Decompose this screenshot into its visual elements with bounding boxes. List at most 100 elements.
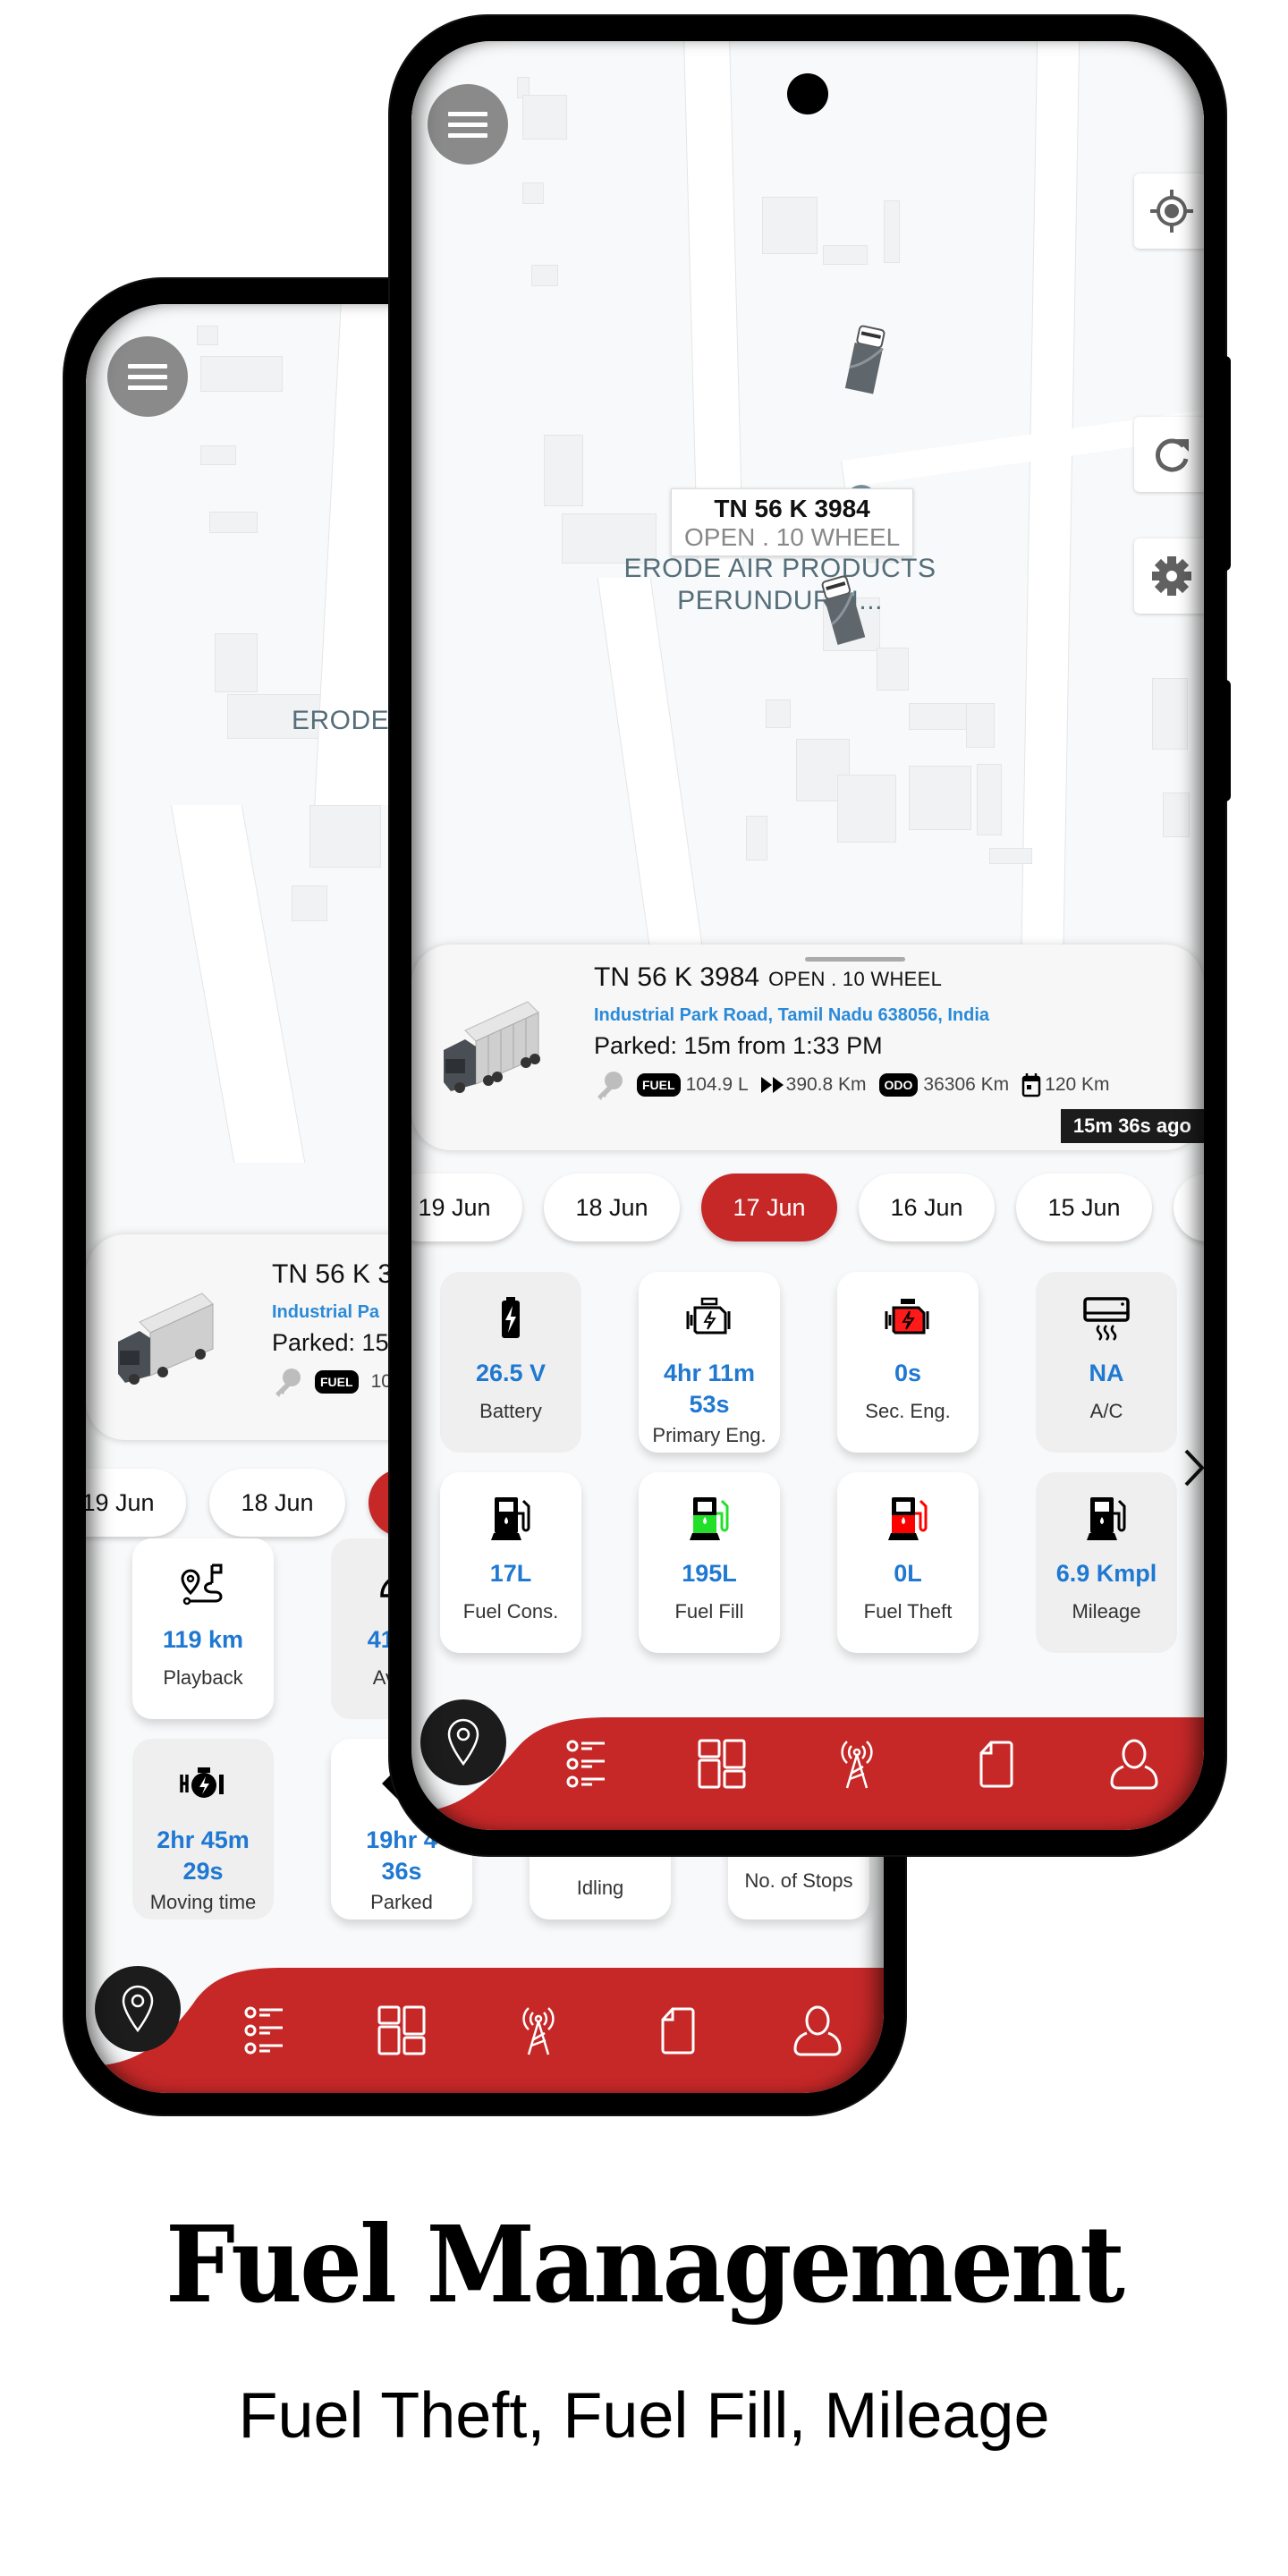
tile-value: 119 km bbox=[162, 1626, 244, 1653]
nav-list[interactable] bbox=[562, 1737, 612, 1791]
my-location-button[interactable] bbox=[1134, 174, 1204, 249]
document-icon bbox=[979, 1741, 1013, 1788]
odometer-value: 36306 Km bbox=[923, 1074, 1010, 1095]
today-distance-stat: 120 Km bbox=[1021, 1072, 1110, 1097]
calendar-icon bbox=[1021, 1073, 1041, 1097]
truck-image-icon bbox=[118, 1292, 214, 1385]
tile-primary-engine[interactable]: 4hr 11m 53s Primary Eng. bbox=[639, 1272, 780, 1453]
tile-secondary-engine[interactable]: 0s Sec. Eng. bbox=[837, 1272, 979, 1453]
tile-label: Primary Eng. bbox=[652, 1424, 767, 1447]
tile-label: A/C bbox=[1089, 1400, 1123, 1423]
tile-value: 2hr 45m 29s bbox=[157, 1826, 250, 1885]
front-menu-button[interactable] bbox=[428, 84, 508, 165]
tile-label: Fuel Theft bbox=[863, 1600, 953, 1623]
tile-label: Moving time bbox=[149, 1891, 257, 1914]
vehicle-info-window[interactable]: TN 56 K 3984 OPEN . 10 WHEEL bbox=[671, 488, 914, 556]
nav-document[interactable] bbox=[971, 1737, 1021, 1791]
profile-icon bbox=[1110, 1739, 1158, 1790]
tile-value: 0L bbox=[894, 1560, 922, 1587]
back-date-chip[interactable]: 18 Jun bbox=[209, 1469, 345, 1537]
info-window-subtitle: OPEN . 10 WHEEL bbox=[684, 523, 901, 551]
tile-fuel-consumption[interactable]: 17L Fuel Cons. bbox=[440, 1472, 581, 1653]
nav-profile[interactable] bbox=[792, 2004, 843, 2057]
refresh-button[interactable] bbox=[1134, 417, 1204, 492]
battery-icon bbox=[502, 1297, 520, 1338]
tile-fuel-fill[interactable]: 195L Fuel Fill bbox=[639, 1472, 780, 1653]
nav-list[interactable] bbox=[240, 2004, 290, 2057]
back-menu-button[interactable] bbox=[107, 336, 188, 417]
nav-profile[interactable] bbox=[1109, 1737, 1159, 1791]
fast-forward-icon bbox=[760, 1077, 784, 1093]
nav-tower[interactable] bbox=[513, 2004, 564, 2057]
tile-value: 17L bbox=[489, 1560, 532, 1587]
dashboard-icon bbox=[698, 1739, 746, 1789]
signal-tower-icon bbox=[841, 1741, 873, 1789]
front-vehicle-plate: TN 56 K 3984 OPEN . 10 WHEEL bbox=[594, 962, 943, 992]
date-chip-active[interactable]: 17 Jun bbox=[701, 1174, 837, 1241]
date-chip[interactable]: 1 bbox=[1174, 1174, 1204, 1241]
tile-label: Fuel Cons. bbox=[462, 1600, 559, 1623]
date-chip[interactable]: 16 Jun bbox=[859, 1174, 995, 1241]
back-location-fab[interactable] bbox=[95, 1966, 181, 2052]
nav-dashboard[interactable] bbox=[698, 1737, 748, 1791]
crosshair-icon bbox=[1150, 190, 1193, 233]
tile-air-conditioner[interactable]: NA A/C bbox=[1036, 1272, 1177, 1453]
list-icon bbox=[566, 1740, 605, 1788]
settings-button[interactable] bbox=[1134, 538, 1204, 614]
back-vehicle-status: Parked: 15 bbox=[272, 1329, 389, 1356]
vehicle-marker-icon[interactable] bbox=[843, 323, 888, 396]
back-date-chip[interactable]: 19 Jun bbox=[86, 1469, 186, 1537]
tile-value: 195L bbox=[682, 1560, 737, 1587]
vehicle-type: OPEN . 10 WHEEL bbox=[768, 968, 943, 990]
front-location-fab[interactable] bbox=[420, 1699, 506, 1785]
date-chip[interactable]: 15 Jun bbox=[1016, 1174, 1152, 1241]
gear-icon bbox=[1152, 556, 1191, 596]
fuel-pump-icon bbox=[1087, 1497, 1126, 1540]
chevron-right-icon[interactable] bbox=[1184, 1449, 1204, 1487]
back-bottom-nav bbox=[86, 1959, 884, 2093]
tile-label: Playback bbox=[163, 1666, 243, 1690]
tile-mileage[interactable]: 6.9 Kmpl Mileage bbox=[1036, 1472, 1177, 1653]
tile-playback[interactable]: 119 km Playback bbox=[132, 1538, 274, 1719]
front-vehicle-card[interactable]: TN 56 K 3984 OPEN . 10 WHEEL Industrial P… bbox=[411, 945, 1204, 1150]
back-vehicle-plate: TN 56 K 3 bbox=[272, 1259, 394, 1289]
back-map-place-label: ERODE , bbox=[292, 706, 405, 735]
fuel-badge: FUEL bbox=[637, 1073, 681, 1097]
camera-punch-hole bbox=[787, 73, 828, 114]
front-bottom-nav bbox=[411, 1699, 1204, 1830]
front-date-selector: 19 Jun 18 Jun 17 Jun 16 Jun 15 Jun 1 bbox=[411, 1174, 1204, 1241]
tile-moving-time[interactable]: 2hr 45m 29s Moving time bbox=[132, 1739, 274, 1919]
last-update-badge: 15m 36s ago bbox=[1060, 1109, 1204, 1143]
tile-value: 4hr 11m 53s bbox=[663, 1360, 756, 1419]
document-icon bbox=[661, 2007, 695, 2055]
front-map[interactable]: ERODE AIR PRODUCTS PERUNDURAI... TN 56 K … bbox=[411, 41, 1204, 1097]
profile-icon bbox=[793, 2005, 842, 2056]
fuel-pump-green-icon bbox=[690, 1497, 729, 1540]
front-phone-screen: ERODE AIR PRODUCTS PERUNDURAI... TN 56 K … bbox=[411, 41, 1204, 1830]
front-phone-frame: ERODE AIR PRODUCTS PERUNDURAI... TN 56 K … bbox=[390, 16, 1231, 1855]
tile-battery[interactable]: 26.5 V Battery bbox=[440, 1272, 581, 1453]
ignition-key-icon bbox=[597, 1072, 623, 1100]
front-vehicle-status: Parked: 15m from 1:33 PM bbox=[594, 1032, 883, 1059]
tile-value: 6.9 Kmpl bbox=[1055, 1560, 1157, 1587]
nav-document[interactable] bbox=[653, 2004, 703, 2057]
back-vehicle-address[interactable]: Industrial Pa bbox=[272, 1302, 379, 1323]
list-icon bbox=[244, 2006, 283, 2055]
tile-label: Mileage bbox=[1072, 1600, 1141, 1623]
nav-dashboard[interactable] bbox=[377, 2004, 428, 2057]
marketing-subline: Fuel Theft, Fuel Fill, Mileage bbox=[238, 2380, 1050, 2452]
front-vehicle-address[interactable]: Industrial Park Road, Tamil Nadu 638056,… bbox=[594, 1005, 989, 1026]
odo-badge: ODO bbox=[878, 1073, 919, 1097]
drag-handle[interactable] bbox=[805, 957, 905, 962]
date-chip[interactable]: 18 Jun bbox=[544, 1174, 680, 1241]
tile-value: 19hr 4 36s bbox=[366, 1826, 437, 1885]
engine-moving-icon bbox=[180, 1767, 224, 1798]
nav-tower[interactable] bbox=[832, 1737, 882, 1791]
tile-value: 26.5 V bbox=[475, 1360, 547, 1386]
location-pin-icon bbox=[122, 1985, 154, 2033]
tile-fuel-theft[interactable]: 0L Fuel Theft bbox=[837, 1472, 979, 1653]
marketing-headline: Fuel Management bbox=[165, 2202, 1125, 2326]
fuel-pump-icon bbox=[491, 1497, 530, 1540]
location-pin-icon bbox=[447, 1718, 479, 1767]
date-chip[interactable]: 19 Jun bbox=[411, 1174, 522, 1241]
